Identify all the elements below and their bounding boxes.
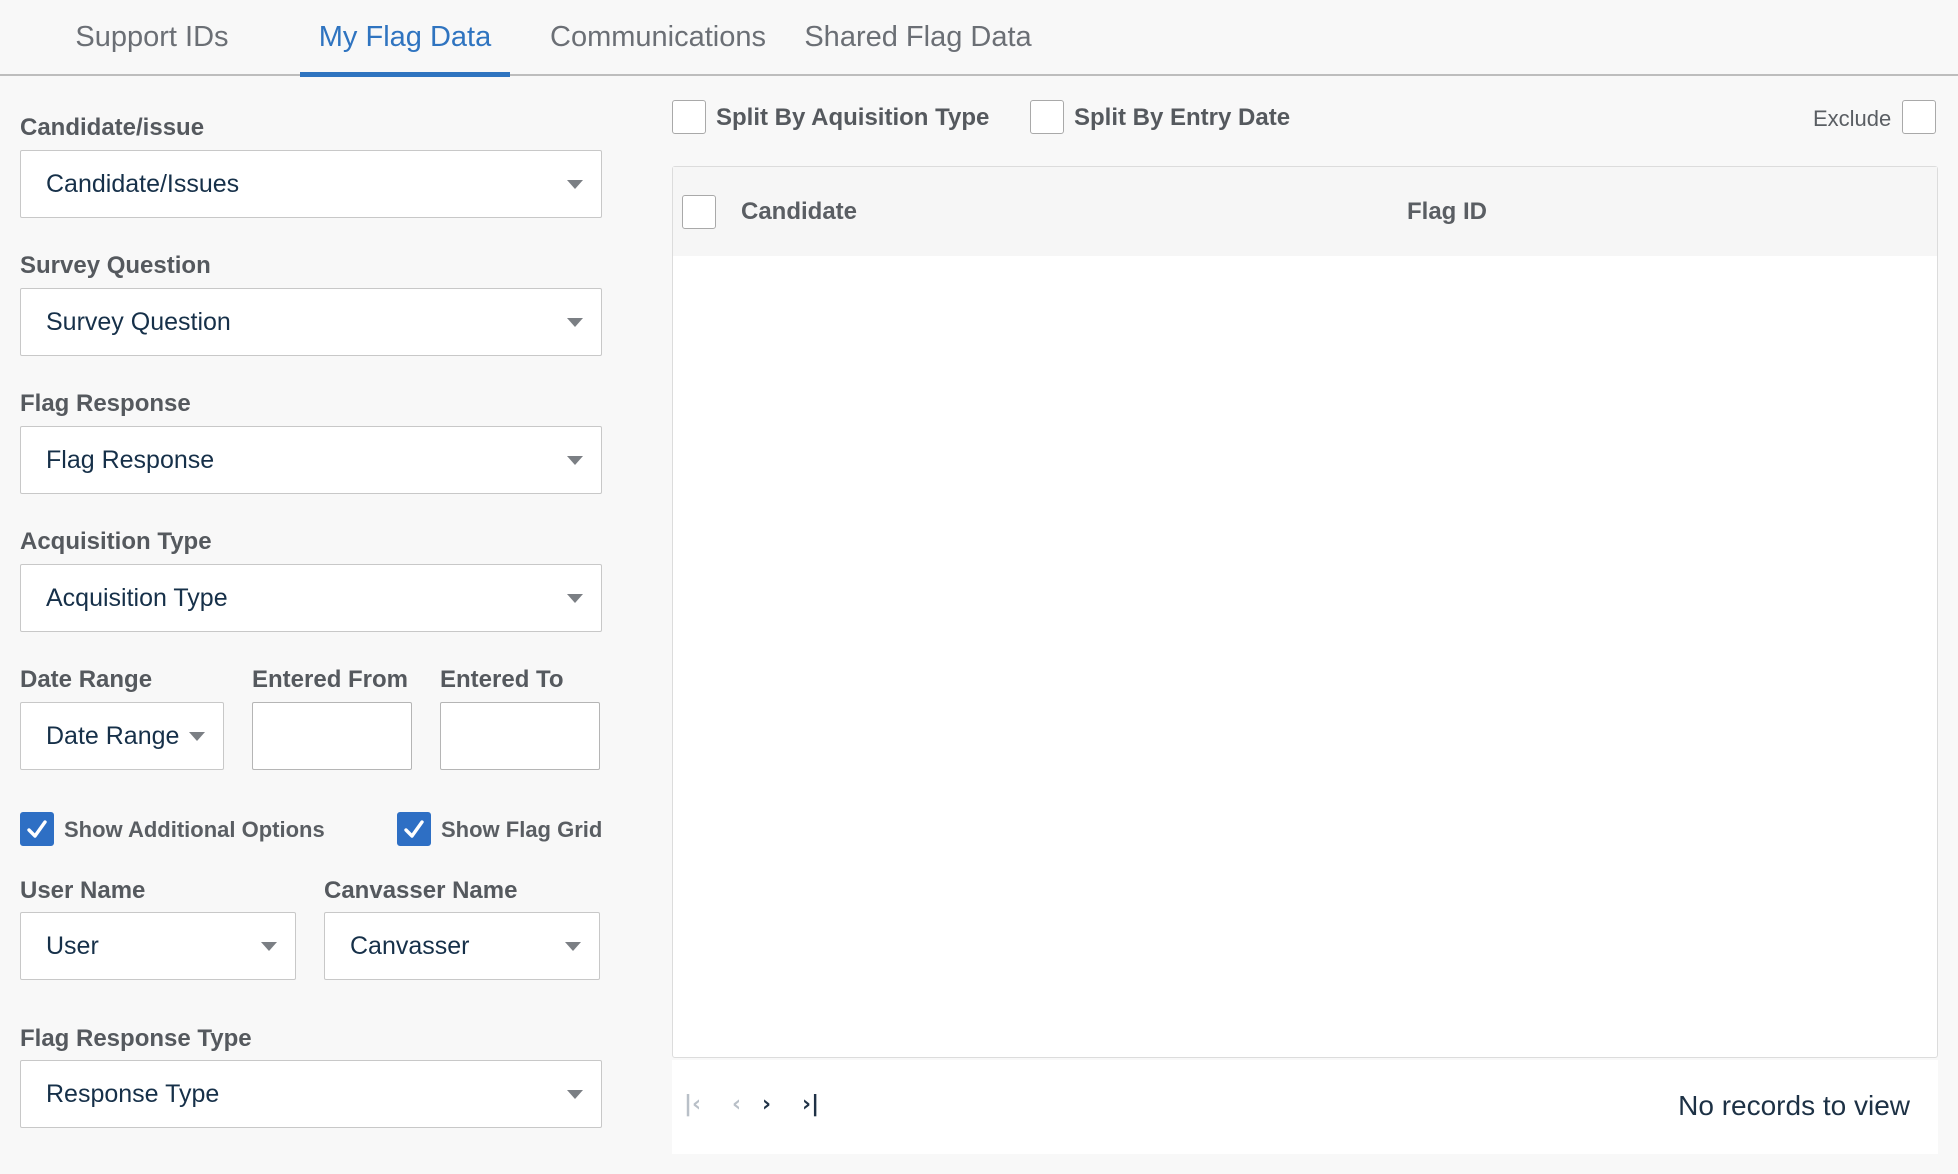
chevron-down-icon bbox=[567, 456, 583, 465]
candidate-label: Candidate/issue bbox=[20, 114, 205, 141]
next-page-icon[interactable]: › bbox=[762, 1092, 771, 1117]
acquisition-type-label: Acquisition Type bbox=[20, 528, 212, 555]
flag-response-type-select-value: Response Type bbox=[46, 1079, 220, 1108]
survey-question-select[interactable]: Survey Question bbox=[20, 288, 602, 356]
tab-communications[interactable]: Communications bbox=[540, 0, 776, 75]
checkmark-icon bbox=[27, 820, 47, 838]
flag-data-grid: Candidate Flag ID bbox=[672, 166, 1938, 1058]
split-by-entry-date-checkbox[interactable] bbox=[1030, 100, 1064, 134]
show-additional-options-checkbox[interactable] bbox=[20, 812, 54, 846]
entered-to-label: Entered To bbox=[440, 666, 564, 693]
column-header-flag-id[interactable]: Flag ID bbox=[1407, 167, 1487, 256]
split-by-acquisition-label: Split By Aquisition Type bbox=[716, 104, 990, 131]
user-name-label: User Name bbox=[20, 877, 146, 904]
acquisition-type-select-value: Acquisition Type bbox=[46, 583, 228, 612]
flag-response-select[interactable]: Flag Response bbox=[20, 426, 602, 494]
canvasser-name-select[interactable]: Canvasser bbox=[324, 912, 600, 980]
tab-my-flag-data[interactable]: My Flag Data bbox=[300, 0, 510, 77]
candidate-select[interactable]: Candidate/Issues bbox=[20, 150, 602, 218]
flag-response-label: Flag Response bbox=[20, 390, 191, 417]
flag-response-select-value: Flag Response bbox=[46, 445, 215, 474]
date-range-select-value: Date Range bbox=[46, 721, 180, 750]
user-name-select-value: User bbox=[46, 931, 99, 960]
date-range-select[interactable]: Date Range bbox=[20, 702, 224, 770]
date-range-label: Date Range bbox=[20, 666, 153, 693]
chevron-down-icon bbox=[567, 180, 583, 189]
split-by-acquisition-checkbox[interactable] bbox=[672, 100, 706, 134]
show-additional-options-label: Show Additional Options bbox=[64, 817, 325, 842]
chevron-down-icon bbox=[565, 942, 581, 951]
no-records-message: No records to view bbox=[1678, 1090, 1910, 1121]
entered-from-label: Entered From bbox=[252, 666, 409, 693]
canvasser-name-label: Canvasser Name bbox=[324, 877, 518, 904]
show-flag-grid-label: Show Flag Grid bbox=[441, 817, 603, 842]
show-flag-grid-checkbox[interactable] bbox=[397, 812, 431, 846]
flag-response-type-label: Flag Response Type bbox=[20, 1025, 252, 1052]
chevron-down-icon bbox=[567, 594, 583, 603]
tab-support-ids[interactable]: Support IDs bbox=[52, 0, 252, 75]
survey-question-label: Survey Question bbox=[20, 252, 211, 279]
entered-to-input[interactable] bbox=[440, 702, 600, 770]
exclude-checkbox[interactable] bbox=[1902, 100, 1936, 134]
survey-question-select-value: Survey Question bbox=[46, 307, 231, 336]
grid-pager: |‹ ‹ › ›| No records to view bbox=[672, 1060, 1938, 1154]
chevron-down-icon bbox=[189, 732, 205, 741]
tab-bar: Support IDs My Flag Data Communications … bbox=[0, 0, 1958, 77]
checkmark-icon bbox=[404, 820, 424, 838]
chevron-down-icon bbox=[567, 1090, 583, 1099]
column-header-candidate[interactable]: Candidate bbox=[741, 167, 857, 256]
grid-header: Candidate Flag ID bbox=[673, 167, 1937, 256]
canvasser-name-select-value: Canvasser bbox=[350, 931, 470, 960]
flag-response-type-select[interactable]: Response Type bbox=[20, 1060, 602, 1128]
chevron-down-icon bbox=[567, 318, 583, 327]
exclude-label: Exclude bbox=[1813, 106, 1892, 131]
user-name-select[interactable]: User bbox=[20, 912, 296, 980]
chevron-down-icon bbox=[261, 942, 277, 951]
split-by-entry-date-label: Split By Entry Date bbox=[1074, 104, 1291, 131]
last-page-icon[interactable]: ›| bbox=[802, 1092, 819, 1117]
first-page-icon[interactable]: |‹ bbox=[684, 1092, 701, 1117]
tab-shared-flag-data[interactable]: Shared Flag Data bbox=[798, 0, 1038, 75]
candidate-select-value: Candidate/Issues bbox=[46, 169, 240, 198]
prev-page-icon[interactable]: ‹ bbox=[732, 1092, 741, 1117]
acquisition-type-select[interactable]: Acquisition Type bbox=[20, 564, 602, 632]
select-all-checkbox[interactable] bbox=[682, 195, 716, 229]
entered-from-input[interactable] bbox=[252, 702, 412, 770]
